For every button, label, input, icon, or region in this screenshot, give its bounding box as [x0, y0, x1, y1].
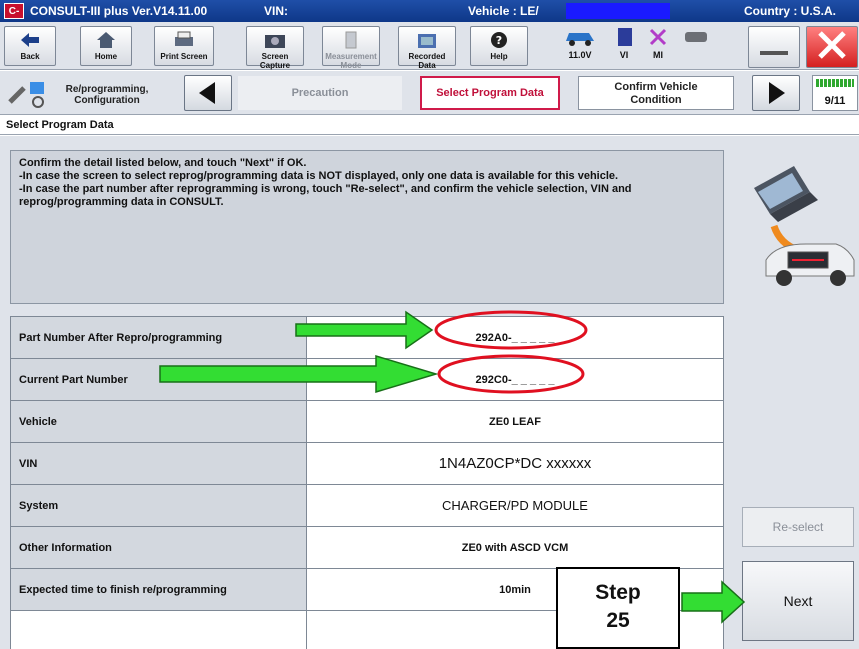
arrow-left-icon [185, 82, 231, 114]
vi-status: VI [610, 26, 638, 66]
table-row: System CHARGER/PD MODULE [10, 484, 724, 527]
table-row: Current Part Number 292C0-_ _ _ _ _ [10, 358, 724, 401]
arrow-right-icon [753, 82, 799, 114]
step-callout: Step 25 [556, 567, 680, 649]
row-value: CHARGER/PD MODULE [306, 484, 724, 527]
measurement-icon [323, 30, 379, 52]
row-label: System [10, 484, 307, 527]
back-arrow-icon [5, 30, 55, 52]
step-confirm-vehicle-condition: Confirm Vehicle Condition [578, 76, 734, 110]
step-progress: 9/11 [812, 75, 858, 111]
instruction-line: Confirm the detail listed below, and tou… [19, 157, 307, 169]
print-screen-button[interactable]: Print Screen [154, 26, 214, 66]
next-step-button[interactable] [752, 75, 800, 111]
row-value: ZE0 LEAF [306, 400, 724, 443]
workflow-step-bar: Re/programming, Configuration Precaution… [0, 71, 859, 115]
step-select-program-data: Select Program Data [420, 76, 560, 110]
home-icon [81, 30, 131, 52]
wrench-car-icon [6, 78, 50, 113]
connector-icon [681, 32, 711, 50]
recorded-data-icon [399, 30, 455, 52]
camera-icon [247, 30, 303, 52]
reprogramming-mode: Re/programming, Configuration [4, 74, 154, 112]
car-battery-icon [563, 33, 597, 50]
connection-status [678, 26, 714, 66]
page-title: Select Program Data [0, 116, 859, 135]
help-icon: ? [471, 30, 527, 52]
mi-status: MI [644, 26, 672, 66]
back-label: Back [20, 52, 40, 61]
app-title: CONSULT-III plus Ver.V14.11.00 [30, 4, 208, 18]
vi-device-icon [612, 28, 636, 50]
minimize-button[interactable] [748, 26, 800, 68]
reselect-button[interactable]: Re-select [742, 507, 854, 547]
home-label: Home [94, 52, 118, 61]
svg-text:?: ? [496, 34, 502, 47]
capture-label: Screen Capture [259, 52, 291, 70]
step-precaution: Precaution [238, 76, 402, 110]
row-label: Other Information [10, 526, 307, 569]
vi-label: VI [619, 50, 629, 60]
main-content: Confirm the detail listed below, and tou… [0, 136, 859, 649]
instructions-panel: Confirm the detail listed below, and tou… [10, 150, 724, 304]
recorded-label: Recorded Data [408, 52, 446, 70]
step-word: Step [595, 581, 641, 604]
toolbar: Back Home Print Screen Screen Capture Me… [0, 22, 859, 70]
title-bar: C-III CONSULT-III plus Ver.V14.11.00 VIN… [0, 0, 859, 33]
step-number: 25 [606, 609, 630, 632]
progress-bar [816, 79, 854, 87]
mi-cross-icon [647, 28, 669, 50]
help-button[interactable]: ? Help [470, 26, 528, 66]
home-button[interactable]: Home [80, 26, 132, 66]
help-label: Help [490, 52, 508, 61]
close-icon [807, 27, 857, 63]
next-button[interactable]: Next [742, 561, 854, 641]
laptop-vehicle-illustration [736, 152, 856, 302]
row-value: 292A0-_ _ _ _ _ [306, 316, 724, 359]
table-row: Other Information ZE0 with ASCD VCM [10, 526, 724, 569]
instruction-line: -In case the screen to select reprog/pro… [19, 170, 619, 182]
table-row: Part Number After Repro/programming 292A… [10, 316, 724, 359]
row-value: ZE0 with ASCD VCM [306, 526, 724, 569]
screen-capture-button[interactable]: Screen Capture [246, 26, 304, 70]
minimize-icon [749, 27, 799, 63]
measurement-mode-button[interactable]: Measurement Mode [322, 26, 380, 70]
instruction-line: -In case the part number after reprogram… [19, 183, 632, 208]
mode-label: Re/programming, Configuration [65, 84, 149, 106]
print-label: Print Screen [160, 52, 208, 61]
consult-logo: C-III [4, 3, 24, 33]
row-label: Vehicle [10, 400, 307, 443]
table-row: Vehicle ZE0 LEAF [10, 400, 724, 443]
battery-status: 11.0V [560, 26, 600, 66]
row-label: Expected time to finish re/programming [10, 568, 307, 611]
row-value: 292C0-_ _ _ _ _ [306, 358, 724, 401]
row-label: VIN [10, 442, 307, 485]
recorded-data-button[interactable]: Recorded Data [398, 26, 456, 70]
row-label: Current Part Number [10, 358, 307, 401]
measurement-label: Measurement Mode [325, 52, 377, 70]
close-button[interactable] [806, 26, 858, 68]
empty-cell [10, 610, 307, 649]
vin-label: VIN: [264, 4, 288, 18]
printer-icon [155, 30, 213, 52]
mi-label: MI [653, 50, 663, 60]
country-label: Country : U.S.A. [744, 4, 836, 18]
redaction-box [566, 3, 670, 19]
voltage-readout: 11.0V [568, 50, 592, 60]
back-button[interactable]: Back [4, 26, 56, 66]
vehicle-label: Vehicle : LE/ [468, 4, 539, 18]
table-row: VIN 1N4AZ0CP*DC xxxxxx [10, 442, 724, 485]
row-label: Part Number After Repro/programming [10, 316, 307, 359]
progress-counter: 9/11 [824, 95, 846, 107]
row-value: 1N4AZ0CP*DC xxxxxx [306, 442, 724, 485]
previous-step-button[interactable] [184, 75, 232, 111]
